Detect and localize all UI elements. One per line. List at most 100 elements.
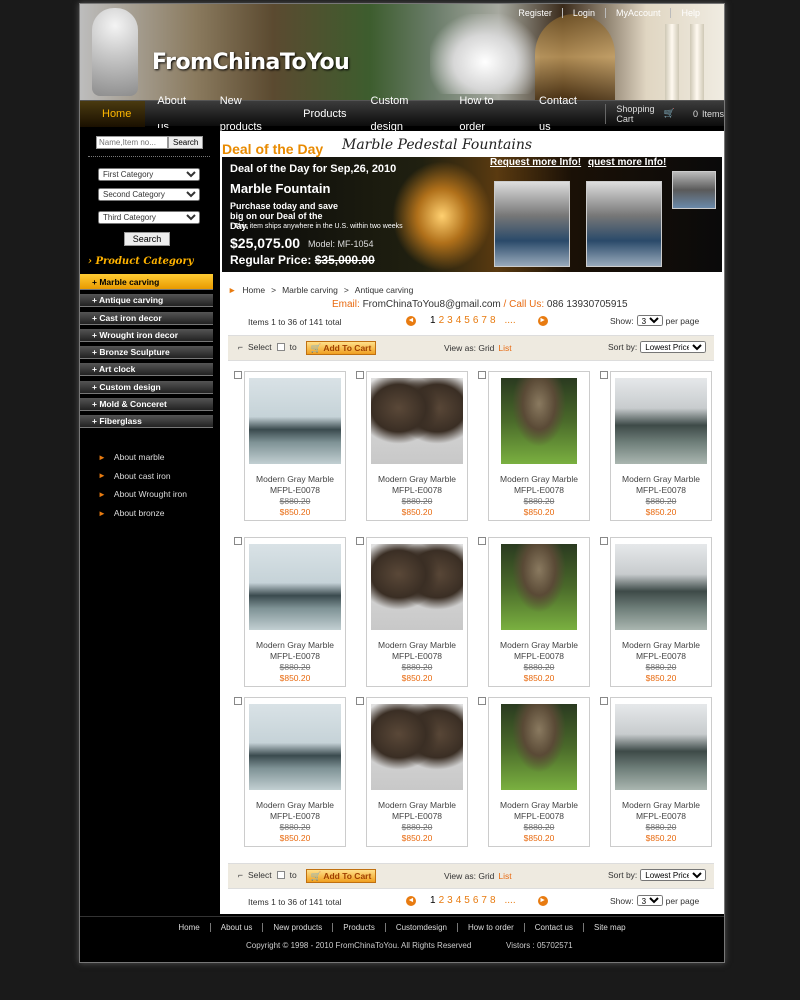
- product-name[interactable]: Modern Gray Marble: [489, 800, 589, 810]
- prev-page-icon[interactable]: ◄: [406, 315, 416, 326]
- category-custom-design[interactable]: + Custom design: [80, 380, 213, 394]
- product-name[interactable]: Modern Gray Marble: [367, 640, 467, 650]
- page-link[interactable]: 8: [490, 895, 496, 906]
- login-link[interactable]: Login: [561, 8, 605, 18]
- product-image[interactable]: [371, 704, 463, 790]
- list-view-link[interactable]: List: [498, 871, 511, 881]
- page-link[interactable]: 2: [439, 315, 445, 326]
- page-link[interactable]: 5: [464, 315, 470, 326]
- footer-new-products-link[interactable]: New products: [262, 923, 332, 932]
- per-page-select[interactable]: 36: [636, 895, 663, 906]
- about-bronze-link[interactable]: ► About bronze: [98, 504, 187, 523]
- help-link[interactable]: Help: [670, 8, 710, 18]
- page-link[interactable]: 6: [473, 895, 479, 906]
- product-image[interactable]: [501, 378, 577, 464]
- product-name[interactable]: Modern Gray Marble: [611, 640, 711, 650]
- product-box[interactable]: Modern Gray Marble MFPL-E0078 $880.20 $850.…: [488, 371, 590, 521]
- about-marble-link[interactable]: ► About marble: [98, 448, 187, 467]
- list-view-link[interactable]: List: [498, 343, 511, 353]
- category-cast-iron-decor[interactable]: + Cast iron decor: [80, 311, 213, 325]
- request-info-link[interactable]: Request more Info!: [490, 157, 581, 168]
- product-name[interactable]: Modern Gray Marble: [245, 474, 345, 484]
- product-box[interactable]: Modern Gray Marble MFPL-E0078 $880.20 $850.…: [610, 537, 712, 687]
- product-checkbox[interactable]: [600, 371, 608, 379]
- brand-logo[interactable]: FromChinaToYou: [152, 50, 350, 75]
- register-link[interactable]: Register: [508, 8, 562, 18]
- product-image[interactable]: [501, 704, 577, 790]
- product-name[interactable]: Modern Gray Marble: [367, 800, 467, 810]
- third-category-select[interactable]: Third Category: [98, 211, 200, 224]
- page-link[interactable]: 6: [473, 315, 479, 326]
- page-link[interactable]: 5: [464, 895, 470, 906]
- deal-thumb-image[interactable]: [672, 171, 716, 209]
- category-art-clock[interactable]: + Art clock: [80, 363, 213, 377]
- nav-products[interactable]: Products: [291, 101, 358, 127]
- product-name[interactable]: Modern Gray Marble: [611, 800, 711, 810]
- product-box[interactable]: Modern Gray Marble MFPL-E0078 $880.20 $850.…: [366, 697, 468, 847]
- select-all-checkbox[interactable]: [276, 871, 285, 879]
- product-box[interactable]: Modern Gray Marble MFPL-E0078 $880.20 $850.…: [244, 537, 346, 687]
- product-image[interactable]: [615, 544, 707, 630]
- product-box[interactable]: Modern Gray Marble MFPL-E0078 $880.20 $850.…: [610, 371, 712, 521]
- deal-thumb-image[interactable]: [494, 181, 570, 267]
- product-box[interactable]: Modern Gray Marble MFPL-E0078 $880.20 $850.…: [610, 697, 712, 847]
- add-to-cart-button[interactable]: 🛒 Add To Cart: [306, 869, 376, 883]
- search-input[interactable]: [96, 136, 168, 149]
- breadcrumb-marble-carving[interactable]: Marble carving: [282, 285, 338, 295]
- product-checkbox[interactable]: [478, 537, 486, 545]
- category-marble-carving[interactable]: + Marble carving: [80, 274, 213, 290]
- footer-home-link[interactable]: Home: [168, 923, 209, 932]
- product-box[interactable]: Modern Gray Marble MFPL-E0078 $880.20 $850.…: [366, 537, 468, 687]
- nav-home[interactable]: Home: [80, 100, 146, 127]
- add-to-cart-button[interactable]: 🛒 Add To Cart: [306, 341, 376, 355]
- sort-select[interactable]: Lowest Price: [640, 341, 707, 353]
- footer-site-map-link[interactable]: Site map: [583, 923, 636, 932]
- product-name[interactable]: Modern Gray Marble: [611, 474, 711, 484]
- about-wrought-iron-link[interactable]: ► About Wrought iron: [98, 485, 187, 504]
- page-link[interactable]: 4: [456, 315, 462, 326]
- first-category-select[interactable]: First Category: [98, 168, 200, 181]
- select-all-checkbox[interactable]: [276, 343, 285, 351]
- breadcrumb-home[interactable]: Home: [242, 285, 265, 295]
- shopping-cart[interactable]: Shopping Cart 🛒 0 Items: [605, 103, 724, 124]
- product-box[interactable]: Modern Gray Marble MFPL-E0078 $880.20 $850.…: [488, 537, 590, 687]
- product-name[interactable]: Modern Gray Marble: [245, 640, 345, 650]
- product-box[interactable]: Modern Gray Marble MFPL-E0078 $880.20 $850.…: [366, 371, 468, 521]
- search-button[interactable]: Search: [168, 136, 204, 149]
- quest-info-link[interactable]: quest more Info!: [588, 157, 666, 168]
- product-name[interactable]: Modern Gray Marble: [489, 474, 589, 484]
- product-checkbox[interactable]: [234, 537, 242, 545]
- prev-page-icon[interactable]: ◄: [406, 895, 416, 906]
- category-mold-conceret[interactable]: + Mold & Conceret: [80, 398, 213, 412]
- page-link[interactable]: 7: [481, 895, 487, 906]
- category-antique-carving[interactable]: + Antique carving: [80, 294, 213, 308]
- product-image[interactable]: [615, 378, 707, 464]
- product-checkbox[interactable]: [234, 371, 242, 379]
- page-link[interactable]: 3: [447, 315, 453, 326]
- product-image[interactable]: [371, 544, 463, 630]
- about-cast-iron-link[interactable]: ► About cast iron: [98, 467, 187, 486]
- deal-thumb-image[interactable]: [586, 181, 662, 267]
- product-checkbox[interactable]: [600, 697, 608, 705]
- footer-about-link[interactable]: About us: [209, 923, 263, 932]
- product-name[interactable]: Modern Gray Marble: [367, 474, 467, 484]
- product-image[interactable]: [371, 378, 463, 464]
- page-link[interactable]: 3: [447, 895, 453, 906]
- page-link[interactable]: 8: [490, 315, 496, 326]
- sort-select[interactable]: Lowest Price: [640, 869, 707, 881]
- deal-banner[interactable]: Deal of the Day for Sep,26, 2010 Marble …: [222, 157, 722, 272]
- product-checkbox[interactable]: [356, 537, 364, 545]
- page-link[interactable]: 4: [456, 895, 462, 906]
- product-box[interactable]: Modern Gray Marble MFPL-E0078 $880.20 $850.…: [244, 371, 346, 521]
- product-checkbox[interactable]: [478, 697, 486, 705]
- product-image[interactable]: [249, 378, 341, 464]
- product-name[interactable]: Modern Gray Marble: [489, 640, 589, 650]
- page-link[interactable]: 7: [481, 315, 487, 326]
- product-box[interactable]: Modern Gray Marble MFPL-E0078 $880.20 $850.…: [488, 697, 590, 847]
- next-page-icon[interactable]: ►: [537, 315, 548, 326]
- category-search-button[interactable]: Search: [124, 232, 170, 246]
- product-name[interactable]: Modern Gray Marble: [245, 800, 345, 810]
- product-checkbox[interactable]: [478, 371, 486, 379]
- product-checkbox[interactable]: [356, 371, 364, 379]
- footer-custom-design-link[interactable]: Customdesign: [384, 923, 457, 932]
